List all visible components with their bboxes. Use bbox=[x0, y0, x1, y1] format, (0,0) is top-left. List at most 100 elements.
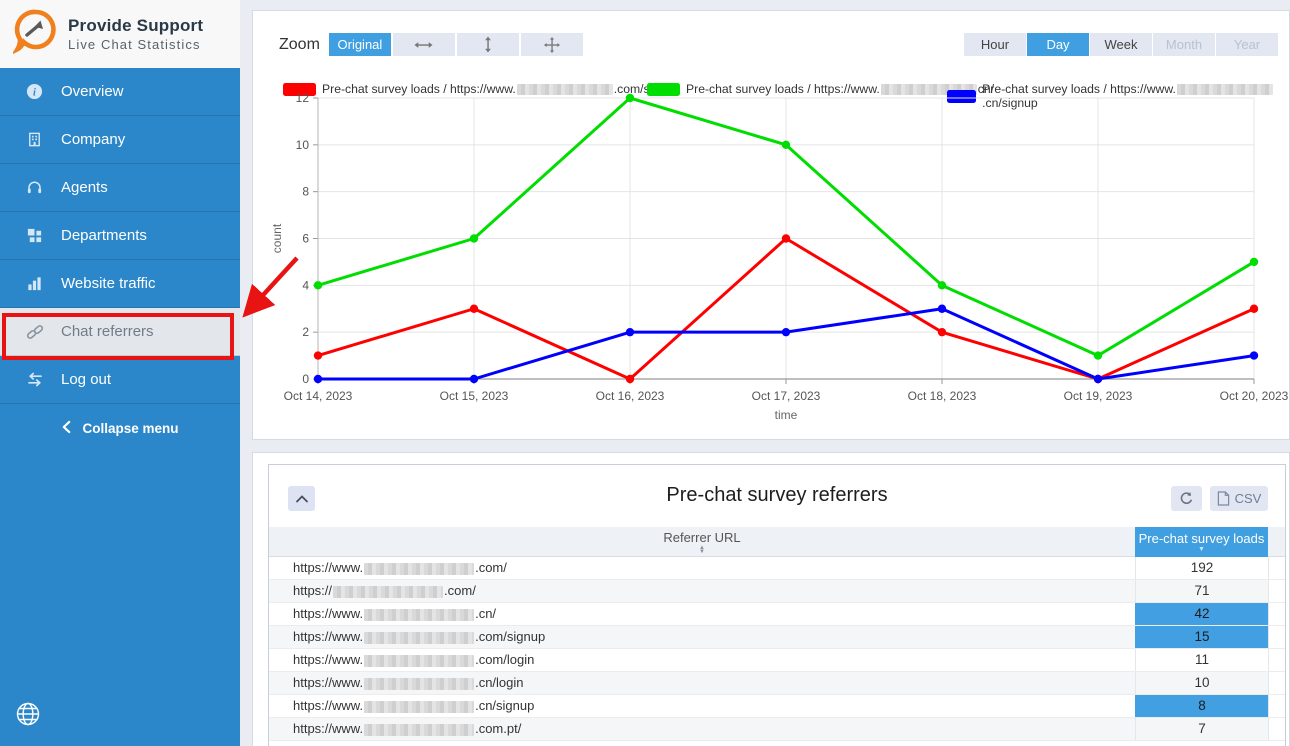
sidebar: Provide Support Live Chat Statistics iOv… bbox=[0, 0, 240, 746]
survey-loads-cell: 15 bbox=[1135, 626, 1268, 648]
referrer-url-cell: https://www..com/login bbox=[269, 649, 1135, 671]
table-row: https://www..com/login11 bbox=[269, 649, 1285, 672]
csv-button-label: CSV bbox=[1235, 491, 1262, 506]
column-header-referrer-url[interactable]: Referrer URL ▲▼ bbox=[269, 527, 1135, 557]
table-row: https://.com/71 bbox=[269, 580, 1285, 603]
sidebar-item-chat-referrers[interactable]: Chat referrers bbox=[0, 308, 240, 356]
svg-text:Oct 14, 2023: Oct 14, 2023 bbox=[284, 389, 353, 403]
redacted-domain bbox=[364, 701, 474, 713]
svg-text:8: 8 bbox=[302, 185, 309, 199]
table-row: https://www..com/signup15 bbox=[269, 626, 1285, 649]
svg-text:0: 0 bbox=[302, 372, 309, 386]
line-chart[interactable]: 0 2 4 6 8 10 12 Oct 14, 2023 Oct 15, 2023 Oct 16,… bbox=[253, 11, 1289, 439]
globe-icon[interactable] bbox=[15, 701, 41, 727]
survey-loads-cell: 71 bbox=[1135, 580, 1268, 602]
sidebar-item-label: Website traffic bbox=[61, 275, 155, 292]
svg-text:Oct 19, 2023: Oct 19, 2023 bbox=[1064, 389, 1133, 403]
survey-loads-cell: 10 bbox=[1135, 672, 1268, 694]
svg-text:Oct 20, 2023: Oct 20, 2023 bbox=[1220, 389, 1289, 403]
svg-text:time: time bbox=[775, 408, 798, 422]
svg-text:Oct 15, 2023: Oct 15, 2023 bbox=[440, 389, 509, 403]
svg-text:i: i bbox=[33, 87, 36, 98]
collapse-menu-button[interactable]: Collapse menu bbox=[0, 404, 240, 452]
survey-loads-cell: 192 bbox=[1135, 557, 1268, 579]
redacted-domain bbox=[364, 724, 474, 736]
survey-loads-cell: 42 bbox=[1135, 603, 1268, 625]
svg-text:Oct 16, 2023: Oct 16, 2023 bbox=[596, 389, 665, 403]
svg-text:10: 10 bbox=[296, 138, 310, 152]
scroll-gutter bbox=[1268, 718, 1285, 740]
sidebar-item-label: Departments bbox=[61, 227, 147, 244]
referrers-table: Referrer URL ▲▼ Pre-chat survey loads ▼ … bbox=[269, 527, 1285, 741]
redacted-domain bbox=[364, 678, 474, 690]
sidebar-item-overview[interactable]: iOverview bbox=[0, 68, 240, 116]
logo-subtitle: Live Chat Statistics bbox=[68, 37, 203, 52]
sidebar-item-agents[interactable]: Agents bbox=[0, 164, 240, 212]
scroll-gutter bbox=[1268, 603, 1285, 625]
svg-text:Oct 18, 2023: Oct 18, 2023 bbox=[908, 389, 977, 403]
logo: Provide Support Live Chat Statistics bbox=[0, 0, 240, 68]
scroll-gutter bbox=[1268, 557, 1285, 579]
svg-text:6: 6 bbox=[302, 232, 309, 246]
refresh-icon bbox=[1179, 491, 1194, 506]
sort-desc-icon: ▼ bbox=[1198, 547, 1205, 553]
bar-chart-icon bbox=[25, 275, 44, 292]
survey-loads-cell: 11 bbox=[1135, 649, 1268, 671]
building-icon bbox=[25, 131, 44, 148]
svg-text:4: 4 bbox=[302, 278, 309, 292]
sidebar-item-company[interactable]: Company bbox=[0, 116, 240, 164]
scroll-gutter bbox=[1268, 672, 1285, 694]
sidebar-item-label: Log out bbox=[61, 371, 111, 388]
column-header-survey-loads[interactable]: Pre-chat survey loads ▼ bbox=[1135, 527, 1268, 557]
table-row: https://www..cn/signup8 bbox=[269, 695, 1285, 718]
sidebar-item-label: Chat referrers bbox=[61, 323, 154, 340]
table-row: https://www..cn/42 bbox=[269, 603, 1285, 626]
svg-text:2: 2 bbox=[302, 325, 309, 339]
referrer-url-cell: https://www..cn/ bbox=[269, 603, 1135, 625]
table-row: https://www..cn/login10 bbox=[269, 672, 1285, 695]
svg-text:12: 12 bbox=[296, 91, 310, 105]
collapse-menu-label: Collapse menu bbox=[82, 421, 178, 436]
referrer-url-cell: https://www..com/signup bbox=[269, 626, 1135, 648]
scroll-gutter bbox=[1268, 527, 1285, 557]
redacted-domain bbox=[364, 563, 474, 575]
table-card: Pre-chat survey referrers CSV Referrer U… bbox=[252, 452, 1290, 746]
csv-export-button[interactable]: CSV bbox=[1210, 486, 1268, 511]
chart-panel: Zoom Original HourDayWeekMonthYear Pre-c… bbox=[252, 10, 1290, 440]
refresh-button[interactable] bbox=[1171, 486, 1202, 511]
scroll-gutter bbox=[1268, 626, 1285, 648]
sidebar-item-website-traffic[interactable]: Website traffic bbox=[0, 260, 240, 308]
redacted-domain bbox=[333, 586, 443, 598]
scroll-gutter bbox=[1268, 695, 1285, 717]
redacted-domain bbox=[364, 609, 474, 621]
svg-text:count: count bbox=[270, 223, 284, 253]
table-row: https://www..com/192 bbox=[269, 557, 1285, 580]
file-icon bbox=[1217, 491, 1230, 506]
referrer-url-cell: https://www..cn/login bbox=[269, 672, 1135, 694]
scroll-gutter bbox=[1268, 649, 1285, 671]
referrers-widget: Pre-chat survey referrers CSV Referrer U… bbox=[268, 464, 1286, 746]
table-row: https://www..com.pt/7 bbox=[269, 718, 1285, 741]
svg-text:Oct 17, 2023: Oct 17, 2023 bbox=[752, 389, 821, 403]
link-icon bbox=[25, 323, 44, 341]
sort-both-icon: ▲▼ bbox=[699, 546, 705, 554]
provide-support-logo-icon bbox=[13, 8, 59, 61]
sidebar-item-departments[interactable]: Departments bbox=[0, 212, 240, 260]
departments-icon bbox=[25, 227, 44, 244]
redacted-domain bbox=[364, 632, 474, 644]
referrer-url-cell: https://www..com/ bbox=[269, 557, 1135, 579]
sidebar-menu: iOverviewCompany Agents Departments Website… bbox=[0, 68, 240, 404]
scroll-gutter bbox=[1268, 580, 1285, 602]
referrer-url-cell: https://www..cn/signup bbox=[269, 695, 1135, 717]
survey-loads-cell: 8 bbox=[1135, 695, 1268, 717]
sidebar-item-log-out[interactable]: Log out bbox=[0, 356, 240, 404]
logo-title: Provide Support bbox=[68, 16, 203, 36]
redacted-domain bbox=[364, 655, 474, 667]
referrer-url-cell: https://www..com.pt/ bbox=[269, 718, 1135, 740]
panel-title: Pre-chat survey referrers bbox=[269, 484, 1285, 507]
headset-icon bbox=[25, 179, 44, 196]
sidebar-item-label: Agents bbox=[61, 179, 108, 196]
referrer-url-cell: https://.com/ bbox=[269, 580, 1135, 602]
info-icon: i bbox=[25, 83, 44, 100]
survey-loads-cell: 7 bbox=[1135, 718, 1268, 740]
